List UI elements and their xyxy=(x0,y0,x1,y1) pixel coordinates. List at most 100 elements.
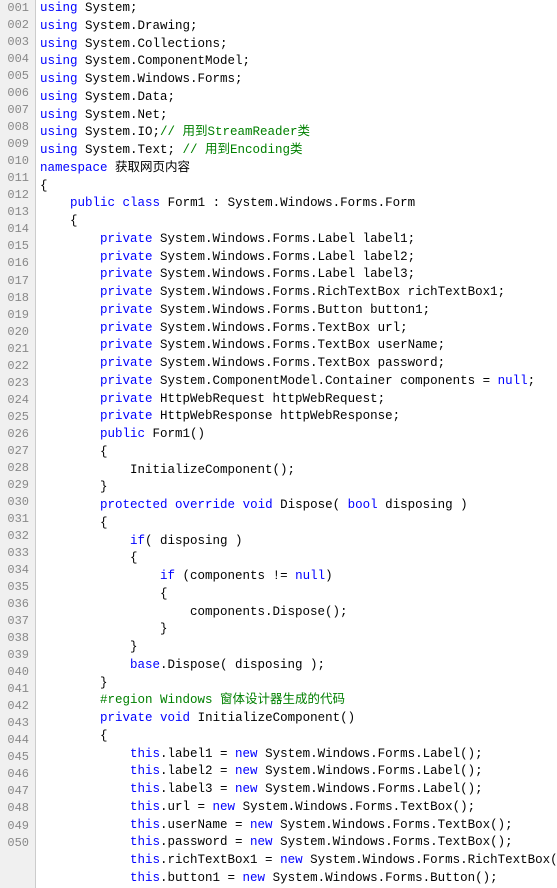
code-segment: } xyxy=(40,640,138,654)
code-segment: System.Text; xyxy=(78,143,176,157)
line-number: 046 xyxy=(6,766,29,783)
code-segment: { xyxy=(40,179,48,193)
code-segment xyxy=(40,321,100,335)
code-segment: private xyxy=(100,338,153,352)
code-segment xyxy=(40,409,100,423)
line-number: 044 xyxy=(6,732,29,749)
code-segment: System.ComponentModel.Container componen… xyxy=(153,374,498,388)
code-segment: base xyxy=(130,658,160,672)
code-line: this.richTextBox1 = new System.Windows.F… xyxy=(40,852,553,870)
code-segment xyxy=(40,800,130,814)
code-line: if (components != null) xyxy=(40,568,553,586)
code-segment: public xyxy=(100,427,145,441)
line-number: 026 xyxy=(6,426,29,443)
code-segment: this xyxy=(130,747,160,761)
code-segment: new xyxy=(213,800,236,814)
code-segment: Form1() xyxy=(145,427,205,441)
code-line: } xyxy=(40,479,553,497)
line-number: 043 xyxy=(6,715,29,732)
code-line: this.label1 = new System.Windows.Forms.L… xyxy=(40,746,553,764)
code-segment: if xyxy=(160,569,175,583)
code-segment: .label3 = xyxy=(160,782,235,796)
code-line: using System.Windows.Forms; xyxy=(40,71,553,89)
code-line: base.Dispose( disposing ); xyxy=(40,657,553,675)
code-segment: new xyxy=(243,871,266,885)
code-segment: namespace xyxy=(40,161,108,175)
code-segment: System.Windows.Forms.TextBox url; xyxy=(153,321,408,335)
code-segment xyxy=(40,818,130,832)
line-number: 049 xyxy=(6,818,29,835)
code-segment: System.Windows.Forms.Label label1; xyxy=(153,232,416,246)
code-segment: System.Drawing; xyxy=(78,19,198,33)
line-number: 019 xyxy=(6,307,29,324)
code-segment: .userName = xyxy=(160,818,250,832)
code-segment: ) xyxy=(325,569,333,583)
code-segment xyxy=(40,871,130,885)
line-number: 032 xyxy=(6,528,29,545)
code-segment: .url = xyxy=(160,800,213,814)
code-line: namespace 获取网页内容 xyxy=(40,160,553,178)
code-segment: this xyxy=(130,853,160,867)
line-number: 013 xyxy=(6,204,29,221)
code-segment: { xyxy=(40,214,78,228)
line-number: 022 xyxy=(6,358,29,375)
line-number: 021 xyxy=(6,341,29,358)
code-line: { xyxy=(40,178,553,196)
code-line: using System; xyxy=(40,0,553,18)
code-segment: System.Windows.Forms.TextBox password; xyxy=(153,356,446,370)
code-segment: private xyxy=(100,285,153,299)
code-segment: this xyxy=(130,818,160,832)
code-line: private System.Windows.Forms.Label label… xyxy=(40,249,553,267)
code-segment: protected xyxy=(100,498,168,512)
code-segment: new xyxy=(280,853,303,867)
code-segment: using xyxy=(40,72,78,86)
line-number: 038 xyxy=(6,630,29,647)
code-line: private System.Windows.Forms.Label label… xyxy=(40,231,553,249)
code-segment: #region Windows 窗体设计器生成的代码 xyxy=(40,693,345,707)
code-segment: .label1 = xyxy=(160,747,235,761)
code-segment: using xyxy=(40,19,78,33)
code-line: using System.Collections; xyxy=(40,36,553,54)
line-number: 009 xyxy=(6,136,29,153)
line-number: 031 xyxy=(6,511,29,528)
code-segment: { xyxy=(40,587,168,601)
code-segment: System.Net; xyxy=(78,108,168,122)
line-number: 005 xyxy=(6,68,29,85)
line-number: 045 xyxy=(6,749,29,766)
code-segment: System.IO; xyxy=(78,125,161,139)
code-segment xyxy=(40,569,160,583)
code-segment xyxy=(40,747,130,761)
code-segment: new xyxy=(235,764,258,778)
code-segment: private xyxy=(100,250,153,264)
code-segment xyxy=(115,196,123,210)
line-number: 050 xyxy=(6,835,29,852)
code-line: using System.Net; xyxy=(40,107,553,125)
code-line: } xyxy=(40,639,553,657)
code-segment: ; xyxy=(528,374,536,388)
code-segment: System.Windows.Forms.TextBox(); xyxy=(273,835,513,849)
code-line: private System.Windows.Forms.TextBox use… xyxy=(40,337,553,355)
code-lines[interactable]: using System;using System.Drawing;using … xyxy=(36,0,557,888)
code-segment: .label2 = xyxy=(160,764,235,778)
code-segment: .Dispose( disposing ); xyxy=(160,658,325,672)
line-number: 003 xyxy=(6,34,29,51)
code-segment xyxy=(40,427,100,441)
code-line: this.userName = new System.Windows.Forms… xyxy=(40,817,553,835)
code-line: public Form1() xyxy=(40,426,553,444)
code-segment: System.Windows.Forms.Label(); xyxy=(258,747,483,761)
line-number: 048 xyxy=(6,800,29,817)
code-segment xyxy=(40,658,130,672)
code-line: if( disposing ) xyxy=(40,533,553,551)
code-line: using System.Data; xyxy=(40,89,553,107)
code-segment: System.Windows.Forms.Label(); xyxy=(258,764,483,778)
code-segment: HttpWebRequest httpWebRequest; xyxy=(153,392,386,406)
code-segment: { xyxy=(40,516,108,530)
code-segment: 获取网页内容 xyxy=(108,161,191,175)
line-number: 040 xyxy=(6,664,29,681)
line-number: 041 xyxy=(6,681,29,698)
code-line: } xyxy=(40,621,553,639)
code-line: this.label3 = new System.Windows.Forms.L… xyxy=(40,781,553,799)
code-line: private System.ComponentModel.Container … xyxy=(40,373,553,391)
code-segment xyxy=(235,498,243,512)
code-line: public class Form1 : System.Windows.Form… xyxy=(40,195,553,213)
